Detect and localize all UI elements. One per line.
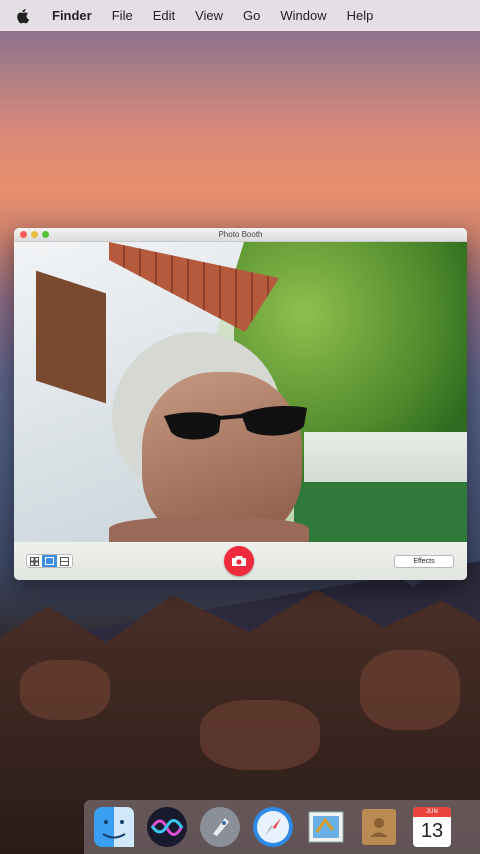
video-view-icon[interactable]	[57, 555, 72, 567]
menu-app-name[interactable]: Finder	[52, 8, 92, 23]
camera-preview	[14, 242, 467, 542]
menu-window[interactable]: Window	[280, 8, 326, 23]
menu-file[interactable]: File	[112, 8, 133, 23]
camera-icon	[232, 556, 246, 566]
take-photo-button[interactable]	[224, 546, 254, 576]
menu-bar: Finder File Edit View Go Window Help	[0, 0, 480, 31]
menu-edit[interactable]: Edit	[153, 8, 175, 23]
person-shirt	[109, 517, 309, 542]
calendar-day: 13	[420, 820, 444, 842]
contacts-icon[interactable]	[357, 805, 401, 849]
dock: JUN 13	[84, 800, 480, 854]
siri-icon[interactable]	[145, 805, 189, 849]
menu-help[interactable]: Help	[347, 8, 374, 23]
wallpaper-rock	[200, 700, 320, 770]
window-titlebar[interactable]: Photo Booth	[14, 228, 467, 242]
photo-booth-toolbar: Effects	[14, 542, 467, 580]
wallpaper-rock	[20, 660, 110, 720]
single-photo-view-icon[interactable]	[42, 555, 57, 567]
menu-view[interactable]: View	[195, 8, 223, 23]
view-selector	[26, 554, 73, 568]
effects-button[interactable]: Effects	[394, 555, 454, 568]
calendar-icon[interactable]: JUN 13	[410, 805, 454, 849]
preview-lawn	[294, 482, 467, 542]
wallpaper-rock	[360, 650, 460, 730]
launchpad-icon[interactable]	[198, 805, 242, 849]
photo-booth-window: Photo Booth Effects	[14, 228, 467, 580]
apple-menu-icon[interactable]	[16, 7, 32, 25]
menu-go[interactable]: Go	[243, 8, 260, 23]
mail-icon[interactable]	[304, 805, 348, 849]
safari-icon[interactable]	[251, 805, 295, 849]
calendar-month: JUN	[413, 807, 451, 817]
window-title: Photo Booth	[218, 230, 263, 239]
sunglasses	[164, 406, 307, 440]
grid-view-icon[interactable]	[27, 555, 42, 567]
finder-icon[interactable]	[92, 805, 136, 849]
preview-window-shutter	[36, 270, 106, 404]
